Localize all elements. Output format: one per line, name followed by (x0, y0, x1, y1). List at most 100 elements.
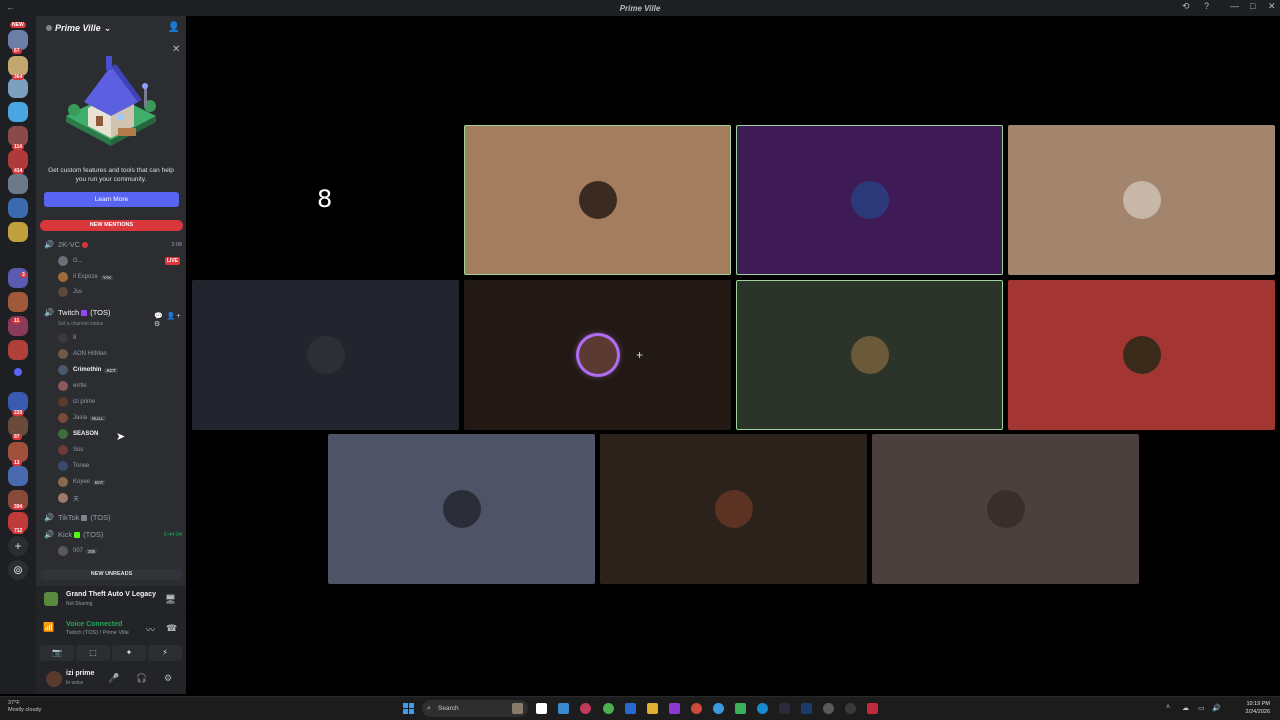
voice-user[interactable]: AON HitMan (58, 348, 107, 360)
server-icon[interactable] (8, 466, 28, 486)
file-explorer-icon[interactable] (647, 703, 658, 714)
server-icon[interactable] (8, 198, 28, 218)
close-button[interactable]: ✕ (1268, 1, 1276, 12)
channel-tiktok[interactable]: 🔊 TikTok (TOS) (44, 512, 182, 523)
channel-kick[interactable]: 🔊 Kick (TOS) 6:44:04 (44, 529, 182, 540)
server-icon[interactable] (8, 268, 28, 288)
voice-user[interactable]: 007 30k (58, 545, 98, 557)
tray-chevron-icon[interactable]: ˄ (1166, 704, 1170, 711)
server-icon[interactable] (8, 126, 28, 146)
taskbar-app-icon[interactable] (536, 703, 547, 714)
video-tile[interactable] (328, 434, 595, 584)
close-icon[interactable]: ✕ (172, 44, 180, 55)
voice-user[interactable]: Sos (58, 444, 83, 456)
taskbar-app-icon[interactable] (669, 703, 680, 714)
invite-icon[interactable]: 👤 (168, 22, 180, 33)
cloud-icon[interactable]: ☁ (1182, 704, 1189, 712)
help-icon[interactable]: ? (1204, 1, 1209, 11)
chrome-icon[interactable] (603, 703, 614, 714)
taskbar-app-icon[interactable] (691, 703, 702, 714)
taskbar-app-icon[interactable] (867, 703, 878, 714)
video-tile[interactable] (1008, 280, 1275, 430)
settings-icon[interactable]: ⚙ (164, 673, 172, 684)
network-icon[interactable]: ▭ (1198, 704, 1205, 712)
weather-widget[interactable]: 37°F Mostly cloudy (8, 700, 41, 714)
signal-icon[interactable]: 📶 (43, 622, 54, 633)
soundboard-button[interactable]: ⚡ (148, 645, 182, 661)
channel-2k-vc[interactable]: 🔊 2K-VC 3:08 (44, 239, 182, 250)
taskbar-app-icon[interactable] (713, 703, 724, 714)
steam-icon[interactable] (801, 703, 812, 714)
voice-channel-path[interactable]: Twitch (TOS) / Prime Ville (66, 630, 129, 636)
taskbar-app-icon[interactable] (845, 703, 856, 714)
volume-icon[interactable]: 🔊 (1212, 704, 1221, 712)
server-icon[interactable] (8, 292, 28, 312)
edge-icon[interactable] (757, 703, 768, 714)
voice-user[interactable]: Jasia NULL (58, 412, 106, 424)
server-icon[interactable] (8, 78, 28, 98)
video-tile[interactable] (736, 280, 1003, 430)
taskbar-app-icon[interactable] (512, 703, 523, 714)
video-tile[interactable] (600, 434, 867, 584)
voice-user[interactable]: Crimothin ACT (58, 364, 118, 376)
video-tile[interactable] (872, 434, 1139, 584)
headset-icon[interactable]: 🎧 (136, 673, 147, 684)
server-icon[interactable] (8, 222, 28, 242)
disconnect-icon[interactable]: ☎ (166, 623, 177, 634)
camera-button[interactable]: 📷 (40, 645, 74, 661)
taskbar-app-icon[interactable] (823, 703, 834, 714)
server-icon[interactable] (8, 150, 28, 170)
add-server-button[interactable]: + (8, 536, 28, 556)
server-icon[interactable] (8, 340, 28, 360)
server-icon[interactable] (8, 102, 28, 122)
video-tile[interactable]: 8 (192, 125, 459, 275)
server-icon[interactable] (8, 442, 28, 462)
share-screen-button[interactable]: ⬚ (76, 645, 110, 661)
activities-button[interactable]: ✦ (112, 645, 146, 661)
new-unreads-pill[interactable]: NEW UNREADS (40, 569, 183, 580)
server-icon[interactable] (8, 174, 28, 194)
video-tile[interactable] (192, 280, 459, 430)
screen-share-icon[interactable]: 🖥 (165, 594, 176, 605)
user-name: Crimothin (73, 367, 102, 373)
server-icon[interactable] (8, 30, 28, 50)
taskbar-app-icon[interactable] (625, 703, 636, 714)
windows-start-icon[interactable] (403, 703, 414, 714)
voice-user[interactable]: Il Expoze YAK (58, 271, 114, 283)
folder-icon[interactable] (14, 368, 22, 376)
server-header[interactable]: Prime Ville ⌄ (36, 16, 186, 40)
minimize-button[interactable]: — (1230, 1, 1239, 11)
learn-more-button[interactable]: Learn More (44, 192, 179, 207)
voice-user[interactable]: Tonee (58, 460, 89, 472)
channel-actions[interactable]: 💬 👤+ ⚙ (154, 312, 186, 328)
server-icon[interactable] (8, 416, 28, 436)
maximize-button[interactable]: □ (1250, 1, 1255, 11)
taskbar-app-icon[interactable] (779, 703, 790, 714)
avatar (850, 336, 889, 374)
voice-user[interactable]: Koyee BAT (58, 476, 106, 488)
taskbar-app-icon[interactable] (580, 703, 591, 714)
video-tile[interactable]: + (464, 280, 731, 430)
voice-user[interactable]: errtle (58, 380, 87, 392)
taskbar-app-icon[interactable] (558, 703, 569, 714)
avatar[interactable] (46, 671, 62, 687)
video-tile[interactable] (1008, 125, 1275, 275)
discover-button[interactable]: ⊚ (8, 560, 28, 580)
server-icon[interactable] (8, 56, 28, 76)
channel-status[interactable]: Set a channel status (58, 321, 103, 327)
voice-user[interactable]: izi prime (58, 396, 95, 408)
voice-user[interactable]: SEASON (58, 428, 98, 440)
voice-user[interactable]: Jss (58, 286, 82, 298)
voice-user[interactable]: G... LIVE (58, 255, 180, 267)
mic-icon[interactable]: 🎤 (108, 673, 119, 684)
voice-user[interactable]: 8 (58, 332, 76, 344)
taskbar-clock[interactable]: 10:19 PM 2/24/2026 (1246, 700, 1270, 716)
new-mentions-pill[interactable]: NEW MENTIONS (40, 220, 183, 231)
noise-suppression-icon[interactable]: 〰 (146, 623, 155, 636)
taskbar-app-icon[interactable] (735, 703, 746, 714)
inbox-icon[interactable]: ⟲ (1182, 1, 1190, 12)
video-tile[interactable] (736, 125, 1003, 275)
server-icon[interactable] (8, 392, 28, 412)
voice-user[interactable]: 天 (58, 492, 79, 504)
video-tile[interactable] (464, 125, 731, 275)
